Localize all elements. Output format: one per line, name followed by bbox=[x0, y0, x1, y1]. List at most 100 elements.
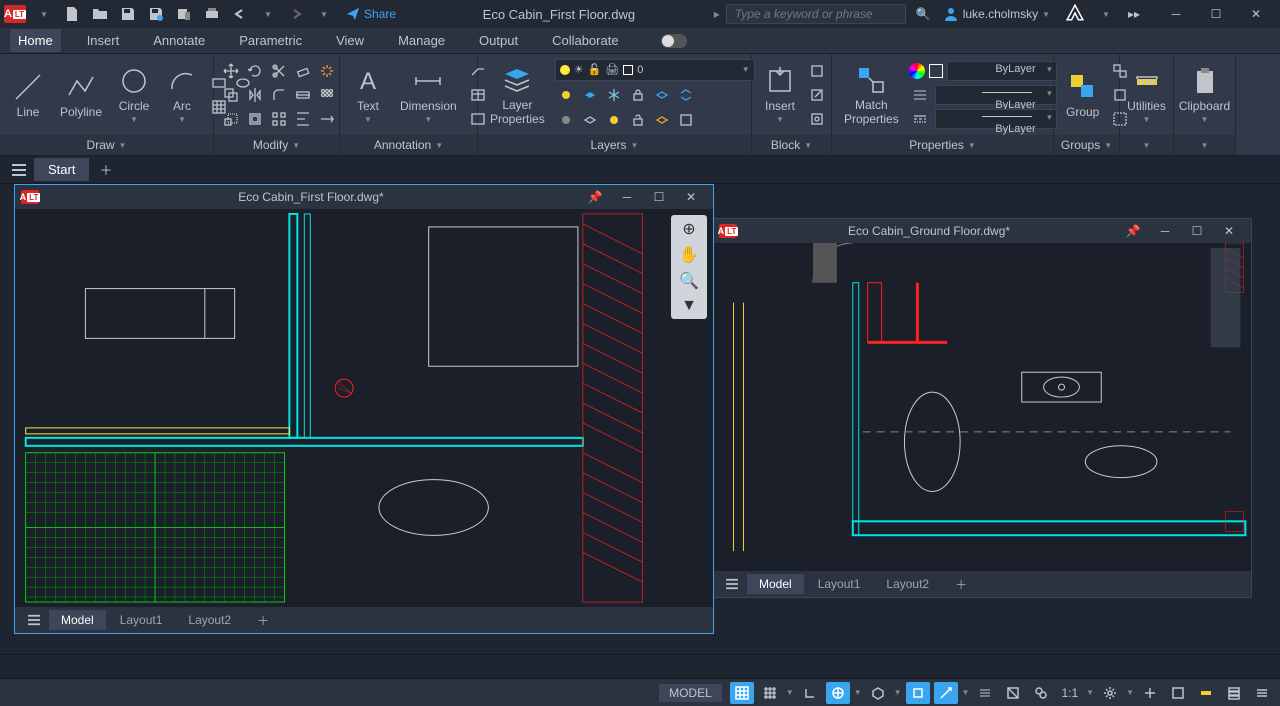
layer-match-icon[interactable] bbox=[675, 84, 697, 106]
window2-menu-icon[interactable] bbox=[719, 573, 745, 595]
layer-lock-icon[interactable] bbox=[627, 84, 649, 106]
circle-button[interactable]: Circle▼ bbox=[112, 63, 156, 126]
mirror-icon[interactable] bbox=[244, 84, 266, 106]
color-selector[interactable]: ByLayer bbox=[947, 61, 1057, 81]
minimize-icon[interactable]: ─ bbox=[611, 190, 643, 204]
layer-state-icon[interactable] bbox=[675, 109, 697, 131]
panel-title-groups[interactable]: Groups ▼ bbox=[1054, 135, 1119, 155]
match-properties-button[interactable]: Match Properties bbox=[838, 62, 905, 128]
maximize-icon[interactable]: ☐ bbox=[1181, 224, 1213, 238]
search-input[interactable] bbox=[726, 4, 906, 24]
lengthen-icon[interactable] bbox=[316, 108, 338, 130]
dimension-button[interactable]: Dimension▼ bbox=[394, 63, 463, 126]
annotation-monitor-icon[interactable] bbox=[1166, 682, 1190, 704]
layer-iso-icon[interactable] bbox=[579, 84, 601, 106]
minimize-icon[interactable]: ─ bbox=[1149, 224, 1181, 238]
arc-button[interactable]: Arc▼ bbox=[160, 63, 204, 126]
insert-button[interactable]: Insert▼ bbox=[758, 63, 802, 126]
annotation-scale[interactable]: 1:1 bbox=[1057, 686, 1082, 700]
lineweight-display-icon[interactable] bbox=[973, 682, 997, 704]
undo-dropdown[interactable]: ▼ bbox=[254, 2, 282, 26]
edit-attr-icon[interactable] bbox=[806, 108, 828, 130]
canvas-2[interactable] bbox=[713, 243, 1251, 571]
pin-icon[interactable]: 📌 bbox=[579, 190, 611, 204]
edit-block-icon[interactable] bbox=[806, 84, 828, 106]
tab-output[interactable]: Output bbox=[471, 29, 526, 52]
ortho-icon[interactable] bbox=[798, 682, 822, 704]
panel-title-annotation[interactable]: Annotation ▼ bbox=[340, 135, 477, 155]
zoom-icon[interactable]: 🔍 bbox=[679, 271, 699, 291]
window2-titlebar[interactable]: ALT Eco Cabin_Ground Floor.dwg* 📌 ─ ☐ ✕ bbox=[713, 219, 1251, 243]
canvas-1[interactable]: ⊕ ✋ 🔍 ▼ bbox=[15, 209, 713, 607]
window1-tab-model[interactable]: Model bbox=[49, 610, 106, 630]
stretch-icon[interactable] bbox=[292, 84, 314, 106]
model-space-button[interactable]: MODEL bbox=[659, 684, 722, 702]
menu-icon[interactable] bbox=[6, 159, 32, 181]
lineweight-selector[interactable]: ByLayer bbox=[935, 85, 1057, 105]
layer-off-icon[interactable] bbox=[555, 84, 577, 106]
window1-tab-layout1[interactable]: Layout1 bbox=[108, 610, 175, 630]
layer-properties-button[interactable]: Layer Properties bbox=[484, 62, 551, 128]
tab-manage[interactable]: Manage bbox=[390, 29, 453, 52]
scale-icon[interactable] bbox=[220, 108, 242, 130]
tab-insert[interactable]: Insert bbox=[79, 29, 128, 52]
align-icon[interactable] bbox=[292, 108, 314, 130]
layer-selector[interactable]: ☀🔓🖨 0 ▼ bbox=[555, 59, 755, 81]
utilities-button[interactable]: Utilities▼ bbox=[1121, 63, 1172, 126]
gear-icon[interactable] bbox=[1098, 682, 1122, 704]
rotate-icon[interactable] bbox=[244, 60, 266, 82]
orbit-dropdown-icon[interactable]: ▼ bbox=[681, 297, 697, 315]
isodraft-icon[interactable] bbox=[866, 682, 890, 704]
autodesk-dropdown[interactable]: ▼ bbox=[1092, 2, 1120, 26]
create-block-icon[interactable] bbox=[806, 60, 828, 82]
text-button[interactable]: AText▼ bbox=[346, 63, 390, 126]
open-icon[interactable] bbox=[86, 2, 114, 26]
tab-featured-apps[interactable] bbox=[645, 30, 695, 52]
otrack-icon[interactable] bbox=[934, 682, 958, 704]
trim-icon[interactable] bbox=[268, 60, 290, 82]
save-icon[interactable] bbox=[114, 2, 142, 26]
panel-title-draw[interactable]: Draw ▼ bbox=[0, 135, 213, 155]
fillet-icon[interactable] bbox=[268, 84, 290, 106]
window2-tab-model[interactable]: Model bbox=[747, 574, 804, 594]
window2-tab-layout1[interactable]: Layout1 bbox=[806, 574, 873, 594]
tab-start[interactable]: Start bbox=[34, 158, 89, 181]
saveas-icon[interactable] bbox=[142, 2, 170, 26]
panel-title-clipboard[interactable]: ▼ bbox=[1174, 135, 1235, 155]
window1-menu-icon[interactable] bbox=[21, 609, 47, 631]
group-button[interactable]: Group bbox=[1060, 69, 1105, 121]
tab-view[interactable]: View bbox=[328, 29, 372, 52]
clipboard-button[interactable]: Clipboard▼ bbox=[1173, 63, 1236, 126]
panel-title-layers[interactable]: Layers ▼ bbox=[478, 135, 751, 155]
transparency-icon[interactable] bbox=[1001, 682, 1025, 704]
window1-tab-layout2[interactable]: Layout2 bbox=[176, 610, 243, 630]
close-button[interactable]: ✕ bbox=[1236, 2, 1276, 26]
window1-tab-add[interactable]: ＋ bbox=[245, 609, 281, 632]
pan-icon[interactable]: ✋ bbox=[679, 245, 699, 265]
redo-icon[interactable] bbox=[282, 2, 310, 26]
offset-icon[interactable] bbox=[244, 108, 266, 130]
tab-home[interactable]: Home bbox=[10, 29, 61, 52]
tab-collaborate[interactable]: Collaborate bbox=[544, 29, 627, 52]
snap-icon[interactable] bbox=[758, 682, 782, 704]
window1-titlebar[interactable]: ALT Eco Cabin_First Floor.dwg* 📌 ─ ☐ ✕ bbox=[15, 185, 713, 209]
tab-parametric[interactable]: Parametric bbox=[231, 29, 310, 52]
command-input[interactable] bbox=[8, 660, 1272, 674]
explode-icon[interactable] bbox=[316, 60, 338, 82]
user-menu[interactable]: luke.cholmsky▼ bbox=[935, 6, 1058, 22]
close-icon[interactable]: ✕ bbox=[1213, 224, 1245, 238]
layer-prev-icon[interactable] bbox=[651, 109, 673, 131]
share-button[interactable]: Share bbox=[338, 7, 404, 21]
polyline-button[interactable]: Polyline bbox=[54, 69, 108, 121]
redo-dropdown[interactable]: ▼ bbox=[310, 2, 338, 26]
units-icon[interactable] bbox=[1194, 682, 1218, 704]
array-icon[interactable] bbox=[316, 84, 338, 106]
window2-tab-layout2[interactable]: Layout2 bbox=[874, 574, 941, 594]
workspace-switching-icon[interactable] bbox=[1138, 682, 1162, 704]
panel-title-modify[interactable]: Modify ▼ bbox=[214, 135, 339, 155]
new-tab-button[interactable]: ＋ bbox=[91, 156, 120, 183]
maximize-icon[interactable]: ☐ bbox=[643, 190, 675, 204]
minimize-button[interactable]: ─ bbox=[1156, 2, 1196, 26]
linetype-selector[interactable]: ByLayer bbox=[935, 109, 1057, 129]
layer-unlock-icon[interactable] bbox=[627, 109, 649, 131]
